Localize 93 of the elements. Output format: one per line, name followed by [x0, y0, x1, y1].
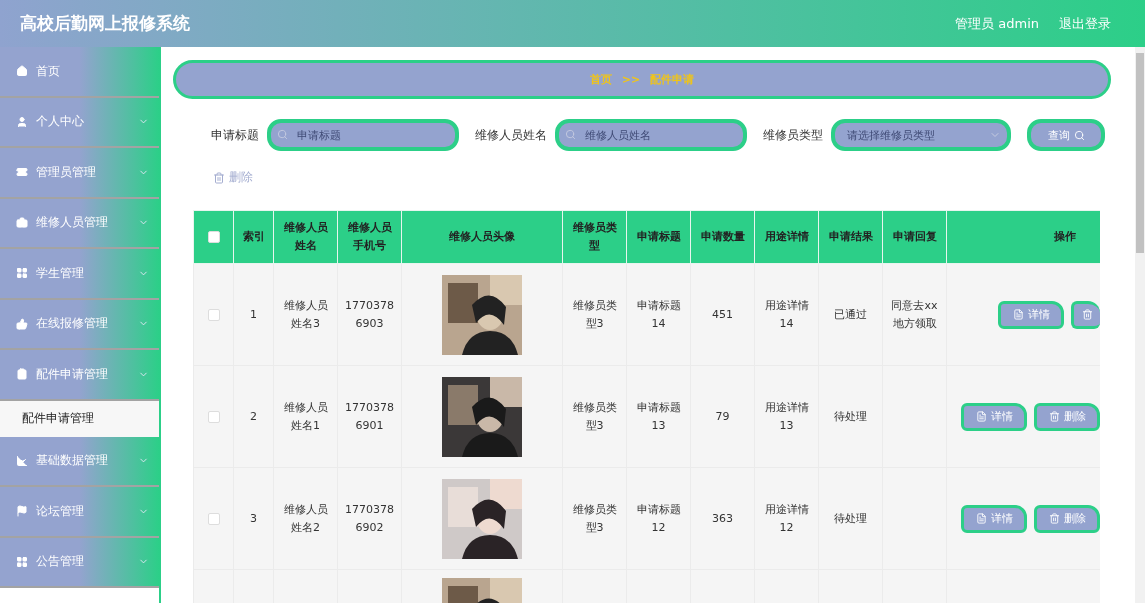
cell-text: 79	[715, 409, 730, 423]
filter-label: 维修员类型	[763, 127, 823, 143]
chart-icon	[16, 454, 28, 467]
sidebar-item[interactable]: 个人中心	[0, 97, 159, 148]
search-icon	[277, 129, 288, 140]
cell-text: 2	[250, 409, 257, 423]
scrollbar-thumb[interactable]	[1136, 53, 1144, 253]
filter-label: 维修人员姓名	[475, 127, 547, 143]
cell-text: 申请标题13	[636, 400, 681, 432]
document-icon	[975, 411, 987, 422]
breadcrumb-link[interactable]: 首页	[589, 72, 612, 87]
cell-text: 17703786902	[345, 502, 394, 534]
cell-text: 申请标题12	[636, 502, 681, 534]
scrollbar[interactable]	[1135, 47, 1145, 603]
sidebar-item[interactable]: 维修人员管理	[0, 198, 159, 249]
cell-text: 17703786903	[345, 298, 394, 330]
briefcase-icon	[16, 216, 28, 229]
sidebar-item[interactable]: 在线报修管理	[0, 299, 159, 350]
cell-text: 17703786901	[345, 400, 394, 432]
column-header: 申请标题	[626, 210, 691, 264]
column-header: 操作	[946, 210, 1100, 264]
column-header: 维修人员手机号	[337, 210, 402, 264]
user-icon	[16, 115, 28, 128]
cell-text: 维修人员姓名2	[283, 502, 328, 534]
flag-icon	[16, 505, 28, 518]
user-name: 管理员 admin	[955, 14, 1039, 33]
breadcrumb-separator: >>	[621, 73, 641, 86]
cell-text: 用途详情13	[764, 400, 809, 432]
sidebar-item[interactable]: 首页	[0, 47, 159, 98]
sidebar-subitem[interactable]: 配件申请管理	[0, 400, 159, 437]
document-icon	[975, 513, 987, 524]
column-header: 申请回复	[882, 210, 947, 264]
column-header: 索引	[233, 210, 274, 264]
logout-link[interactable]: 退出登录	[1059, 14, 1111, 33]
details-button[interactable]: 详情	[961, 402, 1027, 431]
cell-text: 用途详情14	[764, 298, 809, 330]
column-header: 申请数量	[690, 210, 755, 264]
sidebar-item[interactable]: 论坛管理	[0, 487, 159, 538]
cell-text: 维修员类型3	[572, 298, 617, 330]
delete-button[interactable]: 删除	[213, 169, 253, 186]
column-header: 用途详情	[754, 210, 819, 264]
cell-text: 363	[712, 511, 733, 525]
column-header: 维修人员头像	[401, 210, 563, 264]
cell-text: 维修员类型3	[572, 502, 617, 534]
cell-text: 用途详情12	[764, 502, 809, 534]
cell-text: 维修员类型3	[572, 400, 617, 432]
cell-text: 已通过	[834, 307, 867, 321]
column-header: 申请结果	[818, 210, 883, 264]
sidebar-item[interactable]: 管理员管理	[0, 148, 159, 199]
trash-icon	[1048, 411, 1060, 422]
search-field[interactable]: 维修人员姓名	[555, 119, 747, 151]
cell-text: 3	[250, 511, 257, 525]
delete-button[interactable]: 删除	[1034, 504, 1100, 533]
cell-text: 申请标题14	[636, 298, 681, 330]
document-icon	[1012, 309, 1024, 320]
trash-icon	[1081, 309, 1093, 320]
cell-text: 同意去xx地方领取	[891, 298, 938, 330]
details-button[interactable]: 详情	[961, 504, 1027, 533]
filter-label: 申请标题	[211, 127, 259, 143]
thumbs-up-icon	[16, 317, 28, 330]
grid-icon	[16, 555, 28, 568]
ticket-icon	[16, 166, 28, 179]
cell-text: 1	[250, 307, 257, 321]
sidebar-item[interactable]: 基础数据管理	[0, 436, 159, 487]
select-all-checkbox[interactable]	[207, 231, 220, 243]
search-icon	[1073, 129, 1085, 141]
search-button[interactable]: 查询	[1027, 119, 1105, 151]
search-field[interactable]: 申请标题	[267, 119, 459, 151]
cell-text: 维修人员姓名1	[283, 400, 328, 432]
row-checkbox[interactable]	[207, 512, 220, 525]
cell-text: 待处理	[834, 511, 867, 525]
sidebar-item[interactable]: 配件申请管理	[0, 350, 159, 401]
home-icon	[16, 65, 28, 78]
row-checkbox[interactable]	[207, 308, 220, 321]
cell-text: 维修人员姓名3	[283, 298, 328, 330]
column-header: 维修员类型	[562, 210, 627, 264]
type-select[interactable]: 请选择维修员类型	[831, 119, 1011, 151]
column-header: 维修人员姓名	[273, 210, 338, 264]
cell-text: 待处理	[834, 409, 867, 423]
app-title: 高校后勤网上报修系统	[20, 12, 191, 35]
sidebar-item[interactable]: 公告管理	[0, 537, 159, 588]
breadcrumb-current: 配件申请	[650, 72, 695, 87]
delete-button[interactable]: 删除	[1034, 402, 1100, 431]
delete-button[interactable]	[1071, 300, 1100, 329]
details-button[interactable]: 详情	[998, 300, 1064, 329]
trash-icon	[213, 171, 225, 184]
row-checkbox[interactable]	[207, 410, 220, 423]
sidebar-item[interactable]: 学生管理	[0, 249, 159, 300]
trash-icon	[1048, 513, 1060, 524]
grid-icon	[16, 267, 28, 280]
cell-text: 451	[712, 307, 733, 321]
search-icon	[565, 129, 576, 140]
clipboard-icon	[16, 368, 28, 381]
